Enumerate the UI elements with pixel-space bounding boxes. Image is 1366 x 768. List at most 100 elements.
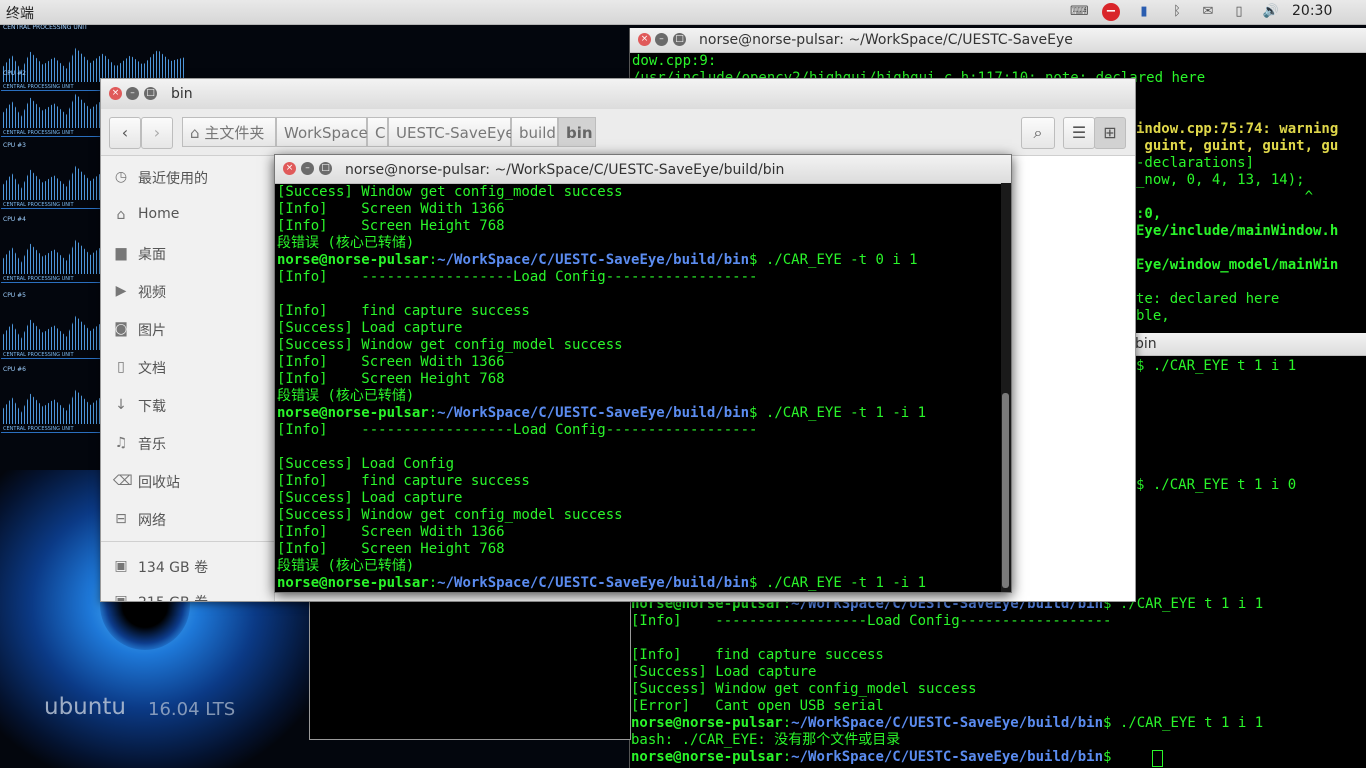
prompt-user: norse@norse-pulsar	[631, 715, 783, 731]
sidebar-item-volume[interactable]: ▣ 134 GB 卷	[101, 549, 274, 583]
close-icon[interactable]: ×	[638, 33, 651, 46]
grid-view-icon[interactable]: ⊞	[1094, 117, 1126, 149]
keyboard-icon[interactable]: ⌨	[1070, 3, 1089, 21]
sidebar: ◷ 最近使用的 ⌂ Home ▆ 桌面 ▶ 视频 ◙ 图片 ▯ 文档 ↓ 下载 ♫ 音乐 ⌫ 回收…	[101, 156, 275, 601]
terminal-line: [Success] Load capture	[277, 490, 463, 506]
sidebar-divider	[101, 541, 274, 542]
sidebar-item-desktop[interactable]: ▆ 桌面	[101, 236, 274, 270]
sidebar-item-recent[interactable]: ◷ 最近使用的	[101, 160, 274, 194]
network-icon: ⊟	[115, 511, 127, 527]
minimize-icon[interactable]: –	[301, 162, 314, 175]
breadcrumb-current[interactable]: bin	[558, 117, 596, 147]
signal-icon[interactable]: ▮	[1135, 3, 1153, 21]
titlebar[interactable]: × – □ norse@norse-pulsar: ~/WorkSpace/C/…	[630, 28, 1366, 53]
terminal-line: [Info] Screen Height 768	[277, 371, 505, 387]
scrollbar[interactable]	[1001, 183, 1011, 592]
minimize-icon[interactable]: –	[655, 33, 668, 46]
terminal-line: [Success] Window get config_model succes…	[277, 184, 623, 200]
breadcrumb-home[interactable]: ⌂ 主文件夹	[182, 117, 276, 147]
sidebar-item-downloads[interactable]: ↓ 下载	[101, 388, 274, 422]
terminal-line: te: declared here	[1136, 291, 1280, 307]
prompt-user: norse@norse-pulsar	[277, 575, 429, 591]
clock[interactable]: 20:30	[1292, 3, 1332, 19]
window-title: bin	[1135, 336, 1157, 352]
background-window[interactable]	[309, 598, 631, 740]
terminal-line: $ ./CAR_EYE t 1 i 0	[1136, 477, 1297, 493]
terminal-line: [Success] Window get config_model succes…	[277, 507, 623, 523]
terminal-window-center[interactable]: × – □ norse@norse-pulsar: ~/WorkSpace/C/…	[274, 154, 1012, 593]
prompt-separator: :	[428, 252, 438, 268]
terminal-line: indow.cpp:75:74: warning	[1136, 121, 1339, 137]
stop-icon[interactable]: −	[1102, 3, 1120, 21]
close-icon[interactable]: ×	[283, 162, 296, 175]
terminal-line: dow.cpp:9:	[632, 53, 717, 69]
bluetooth-icon[interactable]: ᛒ	[1168, 3, 1186, 21]
maximize-icon[interactable]: □	[673, 33, 686, 46]
terminal-line: [Success] Load capture	[277, 320, 463, 336]
titlebar[interactable]: × – □ norse@norse-pulsar: ~/WorkSpace/C/…	[275, 155, 1011, 184]
terminal-line: [Success] Window get config_model succes…	[631, 681, 977, 697]
prompt-command: $	[1103, 749, 1120, 765]
cpu-unit-text: CENTRAL PROCESSING UNIT	[3, 352, 74, 358]
prompt-separator: :	[428, 405, 438, 421]
trash-icon: ⌫	[113, 473, 133, 489]
sidebar-item-network[interactable]: ⊟ 网络	[101, 502, 274, 536]
terminal-line: [Success] Window get config_model succes…	[277, 337, 623, 353]
sidebar-item-documents[interactable]: ▯ 文档	[101, 350, 274, 384]
terminal-line: [Info] ------------------Load Config----…	[277, 269, 758, 285]
scrollbar-thumb[interactable]	[1002, 393, 1009, 588]
prompt-command: $ ./CAR_EYE -t 0 i 1	[749, 252, 918, 268]
breadcrumb-item[interactable]: WorkSpace	[276, 117, 368, 147]
terminal-line: guint, guint, guint, gu	[1136, 138, 1339, 154]
cpu-label: CPU #6	[3, 366, 26, 373]
sidebar-item-pictures[interactable]: ◙ 图片	[101, 312, 274, 346]
terminal-cursor[interactable]	[1152, 750, 1163, 767]
terminal-line: [Info] find capture success	[277, 473, 530, 489]
terminal-line: $ ./CAR_EYE t 1 i 1	[1136, 358, 1297, 374]
minimize-icon[interactable]: –	[126, 87, 139, 100]
prompt-separator: :	[428, 575, 438, 591]
terminal-line: 段错误 (核心已转储)	[277, 388, 415, 404]
battery-icon[interactable]: ▯	[1230, 3, 1248, 21]
top-panel: 终端 ⌨ − ▮ ᛒ ✉ ▯ 🔊 20:30	[0, 0, 1366, 25]
prompt-user: norse@norse-pulsar	[277, 252, 429, 268]
drive-icon: ▣	[114, 558, 128, 574]
terminal-line: 段错误 (核心已转储)	[277, 558, 415, 574]
sidebar-item-home[interactable]: ⌂ Home	[101, 198, 274, 232]
terminal-line: [Info] Screen Height 768	[277, 541, 505, 557]
sidebar-item-music[interactable]: ♫ 音乐	[101, 426, 274, 460]
ubuntu-version-text: 16.04 LTS	[148, 699, 236, 720]
terminal-line: [Error] Cant open USB serial	[631, 698, 884, 714]
background-window-titlebar[interactable]: bin	[1135, 333, 1366, 356]
breadcrumb-item[interactable]: build	[511, 117, 558, 147]
clock-icon: ◷	[114, 169, 128, 185]
maximize-icon[interactable]: □	[319, 162, 332, 175]
titlebar[interactable]: × – □ bin	[101, 79, 1135, 110]
video-icon: ▶	[115, 283, 127, 299]
breadcrumb-item[interactable]: C	[367, 117, 388, 147]
terminal-line: Eye/window_model/mainWin	[1136, 257, 1339, 273]
sidebar-item-trash[interactable]: ⌫ 回收站	[101, 464, 274, 498]
prompt-command: $ ./CAR_EYE -t 1 -i 1	[749, 405, 927, 421]
prompt-path: ~/WorkSpace/C/UESTC-SaveEye/build/bin	[791, 749, 1104, 765]
breadcrumb-item[interactable]: UESTC-SaveEye	[388, 117, 515, 147]
mail-icon[interactable]: ✉	[1199, 3, 1217, 21]
document-icon: ▯	[117, 359, 125, 375]
terminal-line: [Info] Screen Wdith 1366	[277, 201, 505, 217]
cpu-label: CPU #5	[3, 292, 26, 299]
sidebar-item-volume[interactable]: ▣215 GB 卷	[101, 584, 274, 601]
search-icon[interactable]: ⌕	[1021, 117, 1055, 149]
back-button[interactable]: ‹	[109, 117, 141, 149]
volume-icon[interactable]: 🔊	[1262, 3, 1280, 21]
toolbar: ‹ › ⌂ 主文件夹 WorkSpace C UESTC-SaveEye bui…	[101, 109, 1135, 156]
folder-icon: ▆	[115, 245, 127, 261]
forward-button[interactable]: ›	[141, 117, 173, 149]
prompt-path: ~/WorkSpace/C/UESTC-SaveEye/build/bin	[437, 575, 750, 591]
cpu-label: CPU #2	[3, 70, 26, 77]
terminal-line: [Info] Screen Wdith 1366	[277, 524, 505, 540]
window-title: bin	[171, 86, 193, 102]
maximize-icon[interactable]: □	[144, 87, 157, 100]
list-view-icon[interactable]: ☰	[1063, 117, 1095, 149]
close-icon[interactable]: ×	[109, 87, 122, 100]
sidebar-item-videos[interactable]: ▶ 视频	[101, 274, 274, 308]
